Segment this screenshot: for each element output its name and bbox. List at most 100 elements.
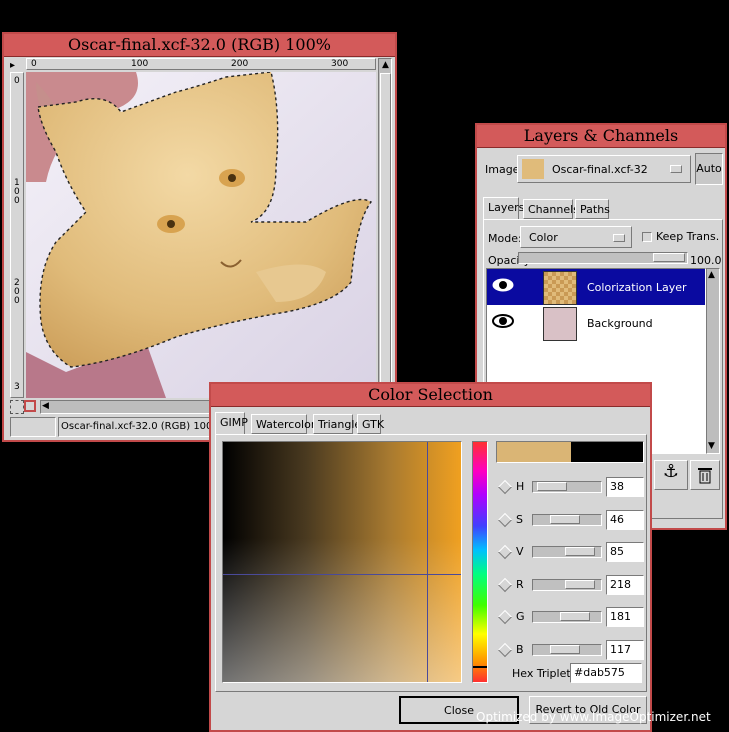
auto-button-label: Auto xyxy=(696,162,722,175)
quickmask-on-icon[interactable] xyxy=(24,400,36,412)
layer-row-colorization[interactable]: Colorization Layer xyxy=(487,269,705,305)
keep-trans-checkbox[interactable] xyxy=(642,232,652,242)
channel-slider-thumb[interactable] xyxy=(560,612,590,621)
old-color-swatch[interactable] xyxy=(571,442,643,462)
visibility-eye-icon[interactable] xyxy=(491,277,515,293)
channel-value-input[interactable]: 181 xyxy=(606,607,644,627)
ruler-tick-200: 200 xyxy=(231,59,249,69)
hue-strip[interactable] xyxy=(472,441,488,683)
channel-slider-thumb[interactable] xyxy=(550,514,580,524)
hex-triplet-label: Hex Triplet: xyxy=(512,667,575,680)
close-button-label: Close xyxy=(444,704,474,717)
tab-paths[interactable]: Paths xyxy=(575,199,610,219)
ruler-tick-100: 100 xyxy=(131,59,149,69)
delete-layer-button[interactable] xyxy=(690,460,720,490)
hex-triplet-value: #dab575 xyxy=(574,666,625,679)
vertical-ruler: 0 1 0 0 2 0 0 3 xyxy=(10,72,24,398)
quickmask-off-icon[interactable] xyxy=(10,400,24,414)
image-canvas[interactable] xyxy=(26,72,376,398)
layer-thumbnail-colorization xyxy=(543,271,577,305)
layer-row-background[interactable]: Background xyxy=(487,305,705,341)
scroll-up-icon[interactable]: ▲ xyxy=(708,270,715,280)
channel-slider-thumb[interactable] xyxy=(537,482,567,491)
color-area-vertical-cursor xyxy=(427,442,428,682)
channel-value-input[interactable]: 117 xyxy=(606,639,644,660)
mode-select[interactable]: Color xyxy=(520,226,632,248)
image-window: Oscar-final.xcf-32.0 (RGB) 100% 0 100 20… xyxy=(2,32,397,442)
layer-list-scrollbar[interactable]: ▲ ▼ xyxy=(706,268,720,454)
channel-value-input[interactable]: 46 xyxy=(606,509,644,530)
channel-slider[interactable] xyxy=(532,481,602,493)
channel-label: B xyxy=(516,642,524,656)
vertical-scrollbar[interactable]: ▲ xyxy=(378,58,392,398)
channel-row-s: S 46 xyxy=(496,509,646,532)
channel-value: 85 xyxy=(610,545,624,558)
cat-image xyxy=(26,72,376,398)
channel-slider-thumb[interactable] xyxy=(565,579,595,589)
tab-watercolor[interactable]: Watercolor xyxy=(251,414,315,434)
tab-paths-label: Paths xyxy=(580,203,610,216)
channel-value: 46 xyxy=(610,512,624,526)
layer-name-background: Background xyxy=(587,317,653,330)
opacity-slider-thumb[interactable] xyxy=(653,253,685,262)
scroll-down-icon[interactable]: ▼ xyxy=(708,441,715,451)
channel-radio-icon[interactable] xyxy=(497,544,513,560)
ruler-tick-v200: 2 0 0 xyxy=(14,278,20,306)
hex-triplet-input[interactable]: #dab575 xyxy=(570,663,642,683)
opacity-slider[interactable] xyxy=(518,252,688,264)
channel-slider[interactable] xyxy=(532,546,602,558)
channel-radio-icon[interactable] xyxy=(497,577,513,592)
mode-menu-indicator-icon xyxy=(613,234,625,242)
opacity-value: 100.0 xyxy=(690,254,722,267)
channel-value: 38 xyxy=(610,480,624,493)
image-select-menu[interactable]: Oscar-final.xcf-32 xyxy=(517,155,691,183)
tab-gimp[interactable]: GIMP xyxy=(215,412,248,434)
scroll-left-icon[interactable]: ◀ xyxy=(42,401,49,411)
horizontal-ruler: 0 100 200 300 xyxy=(26,58,376,70)
trash-icon xyxy=(698,468,712,484)
channel-slider[interactable] xyxy=(532,643,602,656)
tab-layers-label: Layers xyxy=(488,201,525,214)
channel-value-input[interactable]: 218 xyxy=(606,574,644,595)
color-area-shade xyxy=(223,442,461,682)
new-color-swatch[interactable] xyxy=(497,442,571,462)
ruler-tick-v100: 1 0 0 xyxy=(14,178,20,206)
channel-slider[interactable] xyxy=(532,513,602,526)
image-window-title[interactable]: Oscar-final.xcf-32.0 (RGB) 100% xyxy=(4,34,395,57)
color-window-title[interactable]: Color Selection xyxy=(211,384,650,407)
image-select-value: Oscar-final.xcf-32 xyxy=(552,163,648,176)
channel-row-g: G 181 xyxy=(496,607,646,629)
channel-label: R xyxy=(516,577,524,591)
tab-triangle[interactable]: Triangle xyxy=(313,414,361,434)
vertical-scroll-thumb[interactable] xyxy=(380,73,391,383)
channel-label: H xyxy=(516,480,525,493)
scroll-up-icon[interactable]: ▲ xyxy=(380,60,391,71)
channel-label: S xyxy=(516,512,523,526)
color-selection-window: Color Selection GIMP Watercolor Triangle… xyxy=(209,382,652,732)
tab-watercolor-label: Watercolor xyxy=(256,418,316,431)
ruler-tick-v0: 0 xyxy=(14,76,20,86)
tab-layers[interactable]: Layers xyxy=(483,197,524,219)
color-sv-area[interactable] xyxy=(222,441,462,683)
channel-radio-icon[interactable] xyxy=(497,479,513,495)
watermark-text: Optimized by www.ImageOptimizer.net xyxy=(476,710,711,724)
channel-row-b: B 117 xyxy=(496,639,646,662)
channel-value-input[interactable]: 38 xyxy=(606,477,644,497)
channel-slider-thumb[interactable] xyxy=(565,547,595,556)
channel-value-input[interactable]: 85 xyxy=(606,542,644,562)
auto-button[interactable]: Auto xyxy=(695,153,723,185)
visibility-eye-icon[interactable] xyxy=(491,313,515,329)
channel-radio-icon[interactable] xyxy=(497,642,513,657)
menu-arrow-icon[interactable]: ▸ xyxy=(10,60,24,71)
tab-gtk[interactable]: GTK xyxy=(357,414,384,434)
anchor-icon: ⚓ xyxy=(662,461,680,482)
layers-window-title[interactable]: Layers & Channels xyxy=(477,125,725,148)
channel-radio-icon[interactable] xyxy=(497,512,513,527)
channel-slider-thumb[interactable] xyxy=(550,644,580,654)
channel-label: G xyxy=(516,610,525,623)
tab-channels[interactable]: Channels xyxy=(523,199,579,219)
channel-radio-icon[interactable] xyxy=(497,609,513,625)
channel-slider[interactable] xyxy=(532,611,602,623)
channel-slider[interactable] xyxy=(532,578,602,591)
anchor-layer-button[interactable]: ⚓ xyxy=(654,460,688,490)
